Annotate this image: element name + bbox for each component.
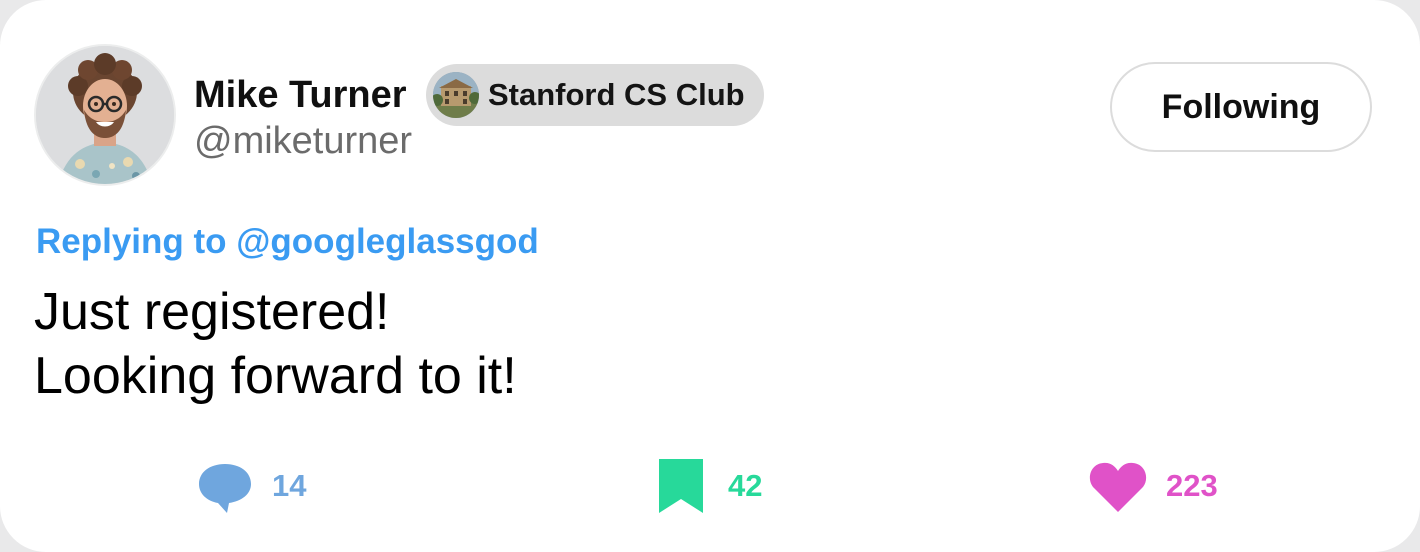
bookmark-icon xyxy=(659,459,703,513)
bookmark-count: 42 xyxy=(728,468,763,503)
like-count: 223 xyxy=(1166,468,1218,503)
club-badge[interactable]: Stanford CS Club xyxy=(426,64,764,126)
person-avatar-icon xyxy=(36,46,174,184)
post-body: Just registered! Looking forward to it! xyxy=(34,280,517,408)
following-button[interactable]: Following xyxy=(1110,62,1372,152)
building-photo-icon xyxy=(433,72,479,118)
author-name[interactable]: Mike Turner xyxy=(194,70,407,120)
reply-context: Replying to @googleglassgod xyxy=(36,218,539,266)
post-line: Looking forward to it! xyxy=(34,347,517,405)
reply-mention-link[interactable]: @googleglassgod xyxy=(236,222,538,261)
post-line: Just registered! xyxy=(34,283,390,341)
comment-count: 14 xyxy=(272,468,307,503)
post-card: Mike Turner @miketurner Stanford CS Club… xyxy=(0,0,1420,552)
comment-bubble-icon xyxy=(199,464,251,513)
author-handle[interactable]: @miketurner xyxy=(194,116,412,166)
heart-icon xyxy=(1089,462,1147,512)
club-badge-label: Stanford CS Club xyxy=(488,77,745,112)
reply-prefix: Replying to xyxy=(36,222,227,261)
author-avatar[interactable] xyxy=(34,44,176,186)
